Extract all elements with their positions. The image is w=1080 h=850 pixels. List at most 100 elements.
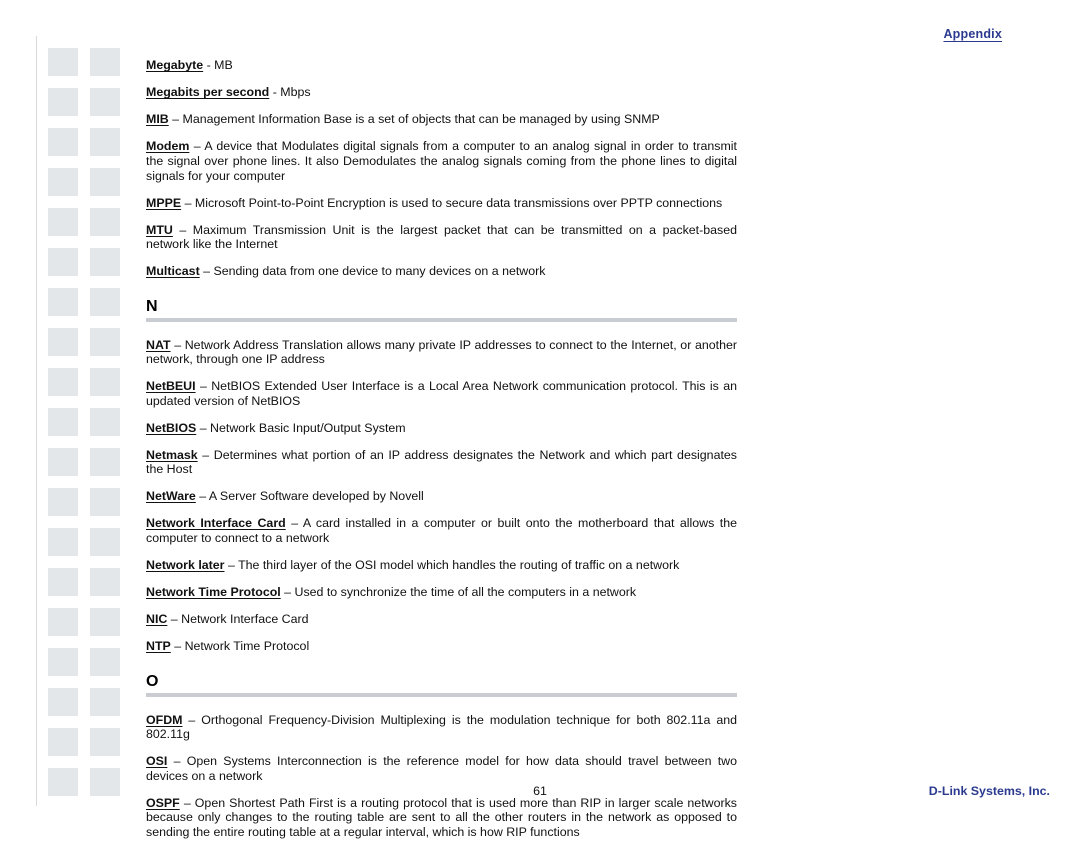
decorative-square-row (48, 208, 120, 248)
glossary-definition: – Sending data from one device to many d… (199, 264, 546, 279)
decorative-square (90, 448, 120, 476)
decorative-square (90, 128, 120, 156)
section-rule-n (146, 317, 737, 322)
glossary-n-entry: NAT – Network Address Translation allows… (146, 338, 737, 367)
decorative-square-row (48, 488, 120, 528)
glossary-definition: – The third layer of the OSI model which… (224, 557, 680, 572)
decorative-square (48, 248, 78, 276)
glossary-n-entry: NTP – Network Time Protocol (146, 639, 737, 654)
glossary-term: MPPE (146, 195, 182, 210)
glossary-term: NIC (146, 611, 168, 626)
glossary-content: Megabyte - MB Megabits per second - Mbps M… (146, 46, 737, 850)
decorative-square-row (48, 168, 120, 208)
decorative-square-row (48, 608, 120, 648)
glossary-definition: – Network Address Translation allows man… (146, 337, 737, 367)
glossary-o-entry: OFDM – Orthogonal Frequency-Division Mul… (146, 713, 737, 742)
glossary-term: Modem (146, 139, 190, 154)
left-vertical-rule (36, 36, 37, 806)
decorative-square (90, 48, 120, 76)
decorative-square (90, 88, 120, 116)
decorative-squares-column (48, 48, 120, 808)
decorative-square (90, 488, 120, 516)
decorative-square (90, 368, 120, 396)
glossary-entry: Modem – A device that Modulates digital … (146, 139, 737, 183)
decorative-square-row (48, 568, 120, 608)
glossary-n-entry: Network later – The third layer of the O… (146, 558, 737, 573)
decorative-square-row (48, 48, 120, 88)
document-page: Appendix Megabyte - MB Megabits per secon… (0, 0, 1080, 839)
section-letter-o: O (146, 672, 159, 690)
decorative-square-row (48, 368, 120, 408)
glossary-term: Multicast (146, 264, 200, 279)
decorative-square-row (48, 728, 120, 768)
decorative-square (90, 248, 120, 276)
decorative-square (48, 128, 78, 156)
glossary-definition: – Used to synchronize the time of all th… (280, 584, 637, 599)
decorative-square-row (48, 448, 120, 488)
decorative-square (90, 328, 120, 356)
glossary-term: NetBEUI (146, 379, 196, 394)
decorative-square-row (48, 528, 120, 568)
decorative-square (48, 48, 78, 76)
glossary-term: OSI (146, 754, 168, 769)
glossary-definition: – Maximum Transmission Unit is the large… (146, 222, 737, 252)
decorative-square (48, 728, 78, 756)
glossary-entry: Megabits per second - Mbps (146, 85, 737, 100)
glossary-n-entry: NetBIOS – Network Basic Input/Output Sys… (146, 421, 737, 436)
glossary-term: Network Interface Card (146, 516, 286, 531)
glossary-term: Megabyte (146, 58, 204, 73)
decorative-square (90, 688, 120, 716)
decorative-square (48, 568, 78, 596)
glossary-term: NAT (146, 337, 171, 352)
glossary-o-entry: OSPF – Open Shortest Path First is a rou… (146, 796, 737, 840)
appendix-header-label: Appendix (943, 27, 1002, 41)
decorative-square-row (48, 688, 120, 728)
decorative-square (90, 208, 120, 236)
glossary-definition: – Microsoft Point-to-Point Encryption is… (181, 195, 723, 210)
section-letter-n: N (146, 297, 158, 315)
decorative-square-row (48, 648, 120, 688)
glossary-term: NetWare (146, 489, 196, 504)
glossary-term: Network later (146, 557, 225, 572)
decorative-square (90, 568, 120, 596)
decorative-square (48, 328, 78, 356)
glossary-n-entry: Network Time Protocol – Used to synchron… (146, 585, 737, 600)
decorative-square (90, 608, 120, 636)
glossary-definition: – Determines what portion of an IP addre… (146, 447, 737, 477)
decorative-square (48, 488, 78, 516)
glossary-entry: MPPE – Microsoft Point-to-Point Encrypti… (146, 196, 737, 211)
decorative-square (48, 528, 78, 556)
glossary-term: NTP (146, 638, 171, 653)
glossary-definition: – NetBIOS Extended User Interface is a L… (146, 379, 737, 408)
glossary-n-entry: Network Interface Card – A card installe… (146, 516, 737, 545)
glossary-term: MIB (146, 112, 169, 127)
glossary-n-entry: Netmask – Determines what portion of an … (146, 448, 737, 477)
glossary-term: Network Time Protocol (146, 584, 281, 599)
decorative-square (48, 88, 78, 116)
decorative-square (90, 728, 120, 756)
glossary-definition: – A device that Modulates digital signal… (146, 139, 737, 183)
glossary-o-entry: OSI – Open Systems Interconnection is th… (146, 754, 737, 783)
decorative-square (48, 288, 78, 316)
decorative-square (48, 368, 78, 396)
glossary-term: Megabits per second (146, 85, 270, 100)
glossary-definition: - Mbps (269, 85, 311, 100)
footer-brand: D-Link Systems, Inc. (928, 784, 1050, 798)
decorative-square (48, 608, 78, 636)
decorative-square (48, 408, 78, 436)
glossary-term: NetBIOS (146, 420, 197, 435)
glossary-term: Netmask (146, 447, 198, 462)
decorative-square (48, 168, 78, 196)
decorative-square (48, 688, 78, 716)
decorative-square (48, 448, 78, 476)
decorative-square (90, 408, 120, 436)
glossary-n-entry: NIC – Network Interface Card (146, 612, 737, 627)
decorative-square-row (48, 128, 120, 168)
glossary-definition: – Network Basic Input/Output System (196, 420, 406, 435)
glossary-term: MTU (146, 222, 173, 237)
glossary-entry: MTU – Maximum Transmission Unit is the l… (146, 223, 737, 252)
decorative-square (90, 528, 120, 556)
glossary-entry: Megabyte - MB (146, 58, 737, 73)
footer-page-number: 61 (533, 784, 547, 798)
glossary-definition: – Network Time Protocol (170, 638, 310, 653)
